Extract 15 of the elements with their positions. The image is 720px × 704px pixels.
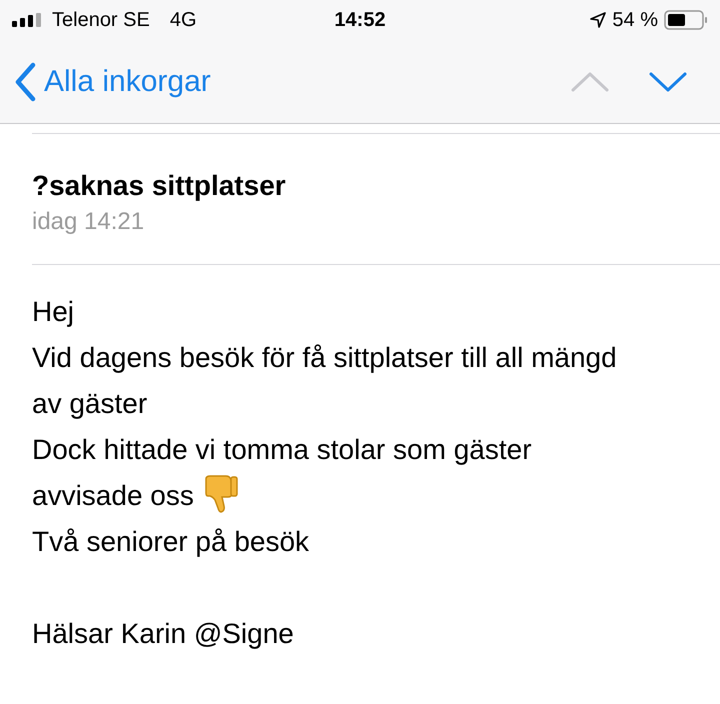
message-line: Hej <box>32 295 76 329</box>
message-line: Hälsar Karin @Signe <box>32 617 295 651</box>
location-arrow-icon <box>590 12 606 28</box>
message-line: Två seniorer på besök <box>32 525 310 559</box>
battery-percent: 54 % <box>612 8 658 33</box>
back-chevron-icon <box>14 62 36 102</box>
battery-icon <box>664 10 708 30</box>
message-line: Dock hittade vi tomma stolar som gäster avvisade oss <box>32 434 532 511</box>
clock-time: 14:52 <box>334 8 386 33</box>
message-subject: ?saknas sittplatser <box>32 169 287 203</box>
back-button[interactable]: Alla inkorgar <box>14 59 211 104</box>
message-line: Vid dagens besök för få sittplatser till all mängd av gäster <box>32 341 618 421</box>
message-date: idag 14:21 <box>32 207 146 237</box>
carrier-name: Telenor SE <box>52 8 150 33</box>
network-type: 4G <box>170 8 197 33</box>
